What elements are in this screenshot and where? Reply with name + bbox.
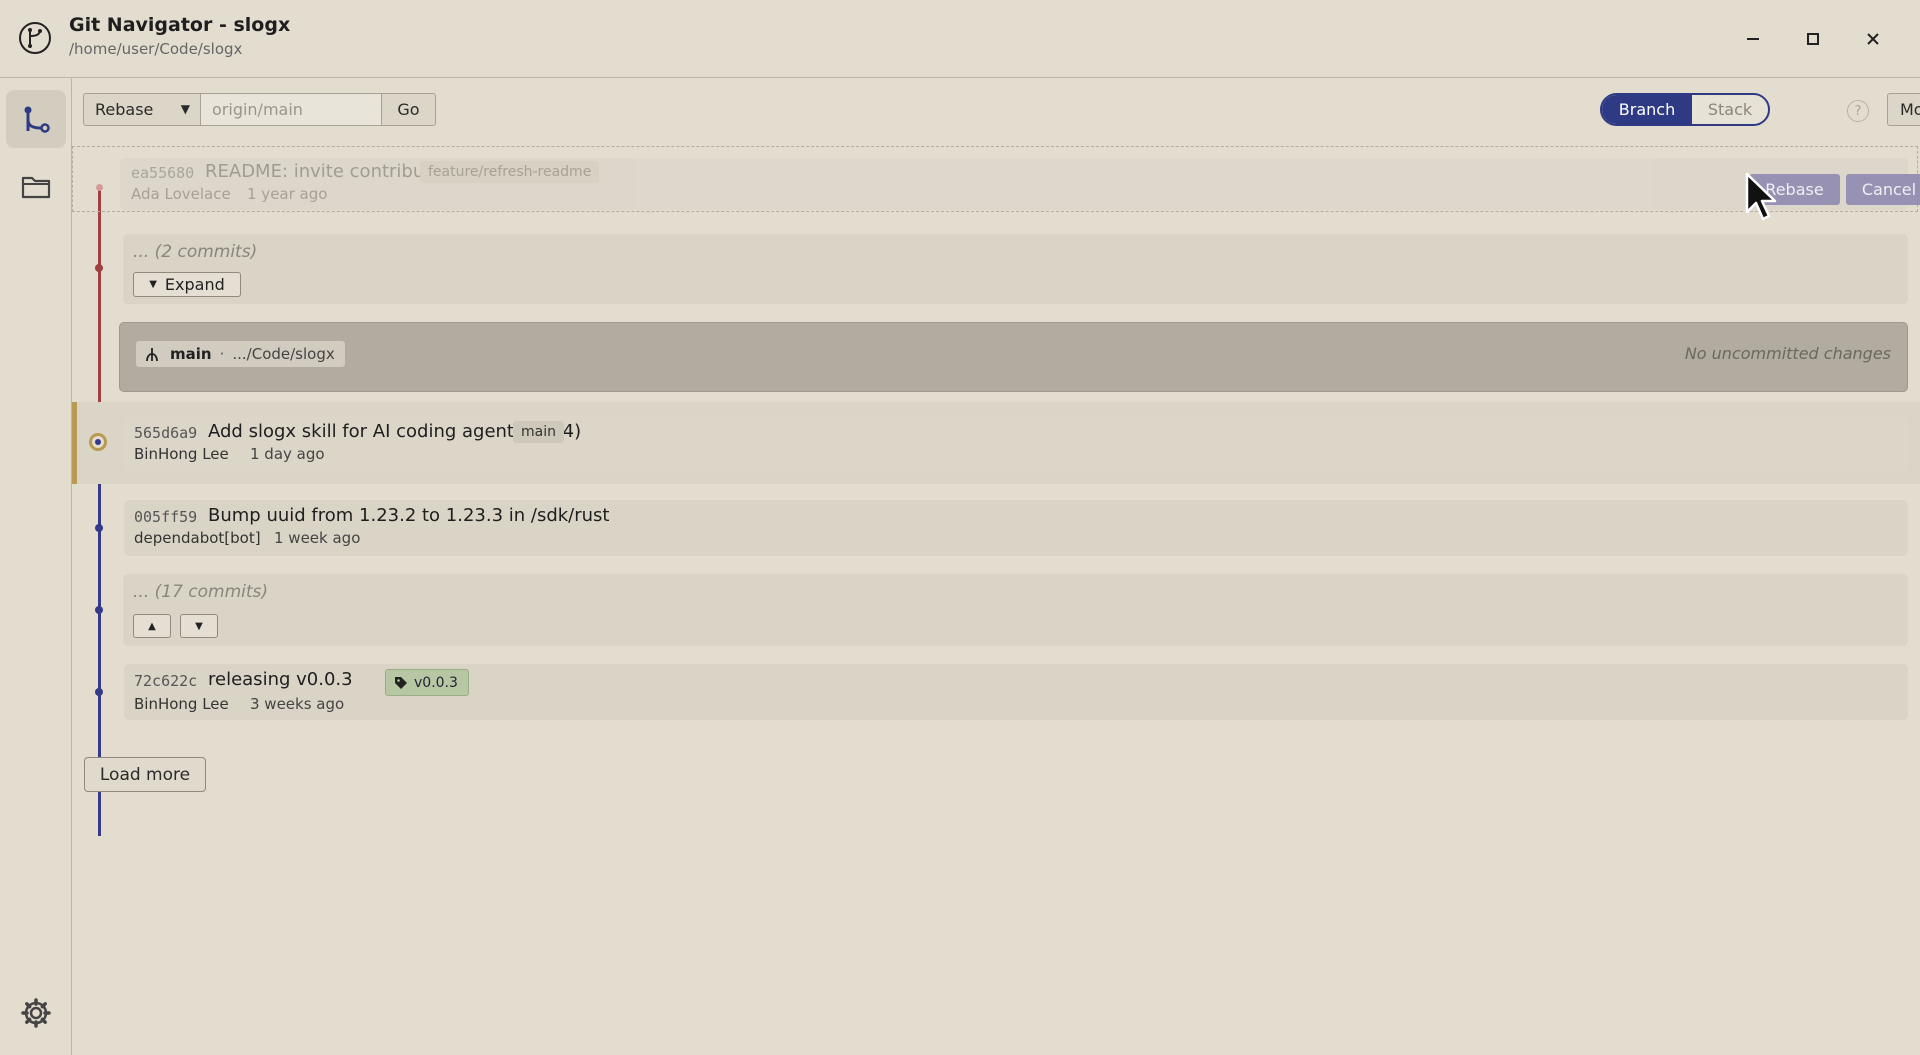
scroll-down-button[interactable]: ▼ (180, 614, 218, 638)
load-more-button[interactable]: Load more (84, 757, 206, 792)
caret-down-icon: ▼ (195, 620, 203, 632)
collapsed-commits-label: ... (2 commits) (133, 242, 258, 262)
window-title: Git Navigator - slogx (69, 14, 291, 36)
more-label: More (1900, 100, 1920, 119)
branch-ref-badge: feature/refresh-readme (420, 161, 600, 183)
commit-age: 1 year ago (247, 185, 328, 203)
worktree-separator: · (219, 345, 225, 363)
caret-down-icon: ▼ (149, 279, 157, 290)
mouse-cursor-icon (1745, 172, 1777, 221)
side-rail (0, 78, 72, 1055)
folder-icon (21, 176, 51, 199)
settings-button[interactable] (6, 984, 66, 1042)
commit-graph: ea55680 README: invite contributors feat… (72, 144, 1920, 1055)
commit-author: dependabot[bot] (134, 529, 261, 547)
window-path: /home/user/Code/slogx (69, 40, 243, 58)
gear-icon (21, 998, 51, 1028)
head-commit-node (89, 433, 107, 451)
scroll-up-button[interactable]: ▲ (133, 614, 171, 638)
close-icon (1867, 33, 1879, 45)
commit-sha: ea55680 (131, 164, 195, 182)
commit-sha: 005ff59 (134, 508, 198, 526)
collapsed-commits-group: ... (17 commits) ▲ ▼ (123, 574, 1908, 646)
dragged-commit-card[interactable]: ea55680 README: invite contributors feat… (120, 158, 1920, 210)
more-button[interactable]: More (1887, 93, 1920, 126)
help-button[interactable]: ? (1847, 100, 1869, 122)
graph-node (95, 688, 103, 696)
branch-graph-line (98, 186, 101, 416)
commit-age: 1 day ago (250, 445, 325, 463)
branch-ref-badge: main (513, 421, 564, 443)
commit-row[interactable]: 005ff59 Bump uuid from 1.23.2 to 1.23.3 … (124, 500, 1908, 556)
commit-row[interactable]: 565d6a9 Add slogx skill for AI coding ag… (124, 416, 1908, 472)
commit-age: 3 weeks ago (250, 695, 345, 713)
view-branch-option[interactable]: Branch (1602, 95, 1692, 124)
cancel-button[interactable]: Cancel (1846, 174, 1920, 205)
tag-label: v0.0.3 (414, 674, 458, 691)
commit-author: BinHong Lee (134, 695, 229, 713)
toolbar: Rebase ▼ Go Branch Stack ? More (72, 78, 1920, 144)
tag-badge: v0.0.3 (385, 669, 469, 696)
git-branch-icon (24, 106, 50, 133)
expand-label: Expand (164, 275, 225, 294)
worktree-path: .../Code/slogx (232, 345, 335, 363)
expand-button[interactable]: ▼ Expand (133, 272, 241, 297)
commit-author: BinHong Lee (134, 445, 229, 463)
worktree-branch: main (170, 345, 212, 363)
title-bar: Git Navigator - slogx /home/user/Code/sl… (0, 0, 1920, 78)
dragged-commit-node (96, 184, 103, 191)
graph-node (95, 606, 103, 614)
view-stack-option[interactable]: Stack (1692, 95, 1768, 124)
target-ref-input[interactable] (201, 93, 382, 126)
caret-up-icon: ▲ (148, 620, 156, 632)
mode-select-value: Rebase (95, 100, 154, 119)
go-button[interactable]: Go (382, 93, 436, 126)
tag-icon (395, 676, 407, 689)
commit-sha: 565d6a9 (134, 424, 198, 442)
worktree-card: main · .../Code/slogx No uncommitted cha… (119, 322, 1908, 392)
minimize-icon (1747, 38, 1759, 40)
commit-age: 1 week ago (274, 529, 361, 547)
commit-sha: 72c622c (134, 672, 198, 690)
minimize-button[interactable] (1737, 23, 1769, 55)
graph-node (95, 264, 103, 272)
collapsed-commits-label: ... (17 commits) (133, 582, 269, 602)
worktree-status: No uncommitted changes (1684, 344, 1891, 363)
chevron-down-icon: ▼ (180, 102, 190, 116)
commit-message: Bump uuid from 1.23.2 to 1.23.3 in /sdk/… (208, 505, 610, 526)
commit-message: releasing v0.0.3 (208, 669, 353, 690)
rail-files-button[interactable] (6, 158, 66, 216)
worktree-badge[interactable]: main · .../Code/slogx (136, 341, 345, 367)
graph-node (95, 524, 103, 532)
view-toggle: Branch Stack (1600, 93, 1770, 126)
maximize-icon (1807, 33, 1819, 45)
rail-git-graph-button[interactable] (6, 90, 66, 148)
maximize-button[interactable] (1797, 23, 1829, 55)
mode-select[interactable]: Rebase ▼ (83, 93, 201, 126)
commit-row[interactable]: 72c622c releasing v0.0.3 v0.0.3 BinHong … (124, 664, 1908, 720)
collapsed-commits-group: ... (2 commits) ▼ Expand (123, 234, 1908, 304)
commit-author: Ada Lovelace (131, 185, 231, 203)
worktree-fork-icon (146, 348, 158, 362)
app-logo-icon (19, 22, 51, 54)
close-button[interactable] (1857, 23, 1889, 55)
